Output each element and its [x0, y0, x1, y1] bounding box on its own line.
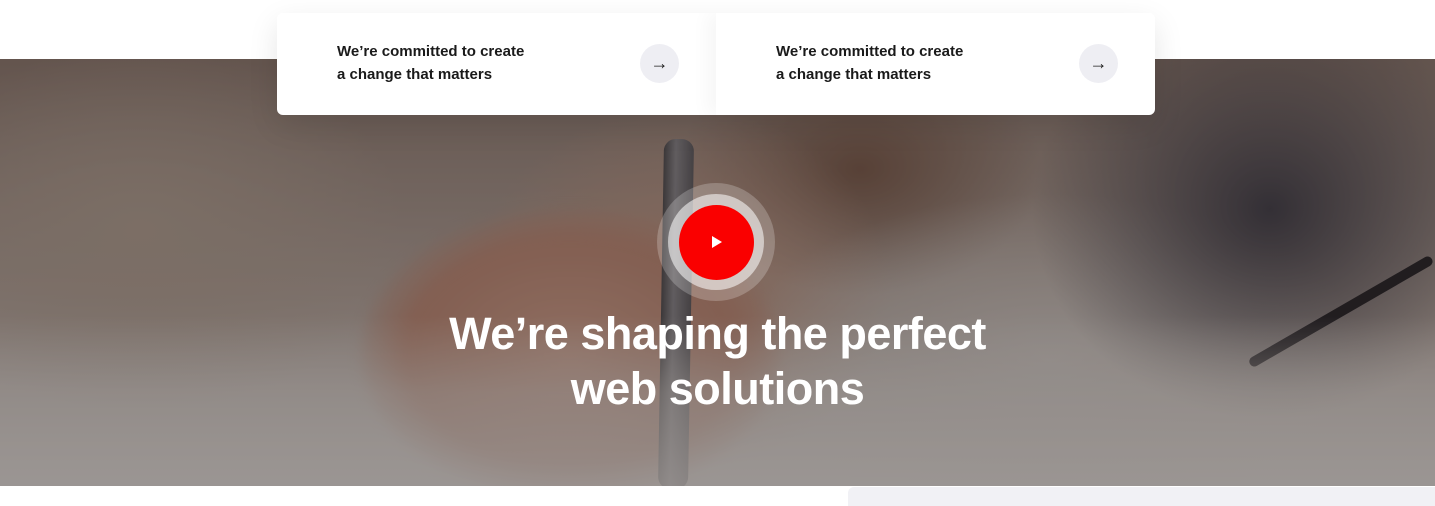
- hero-headline-line-1: We’re shaping the perfect: [449, 308, 986, 359]
- play-icon: [712, 236, 722, 248]
- play-button-circle: [678, 204, 754, 280]
- feature-card-line-1: We’re committed to create: [776, 43, 964, 60]
- feature-card-text: We’re committed to create a change that …: [776, 40, 1006, 86]
- arrow-right-icon[interactable]: →: [1079, 44, 1118, 83]
- bottom-content-panel: [848, 487, 1435, 506]
- feature-card-text: We’re committed to create a change that …: [337, 40, 567, 86]
- hero-headline: We’re shaping the perfect web solutions: [0, 306, 1435, 416]
- feature-cards: We’re committed to create a change that …: [277, 13, 1155, 115]
- hero-headline-line-2: web solutions: [570, 363, 865, 414]
- feature-card-line-1: We’re committed to create: [337, 43, 525, 60]
- feature-card-line-2: a change that matters: [776, 66, 932, 83]
- video-play-button[interactable]: [657, 183, 775, 301]
- feature-card-line-2: a change that matters: [337, 66, 493, 83]
- feature-card[interactable]: We’re committed to create a change that …: [277, 13, 716, 115]
- play-button-ring: [668, 194, 764, 290]
- feature-card[interactable]: We’re committed to create a change that …: [716, 13, 1155, 115]
- page: We’re committed to create a change that …: [0, 0, 1435, 506]
- arrow-right-icon[interactable]: →: [640, 44, 679, 83]
